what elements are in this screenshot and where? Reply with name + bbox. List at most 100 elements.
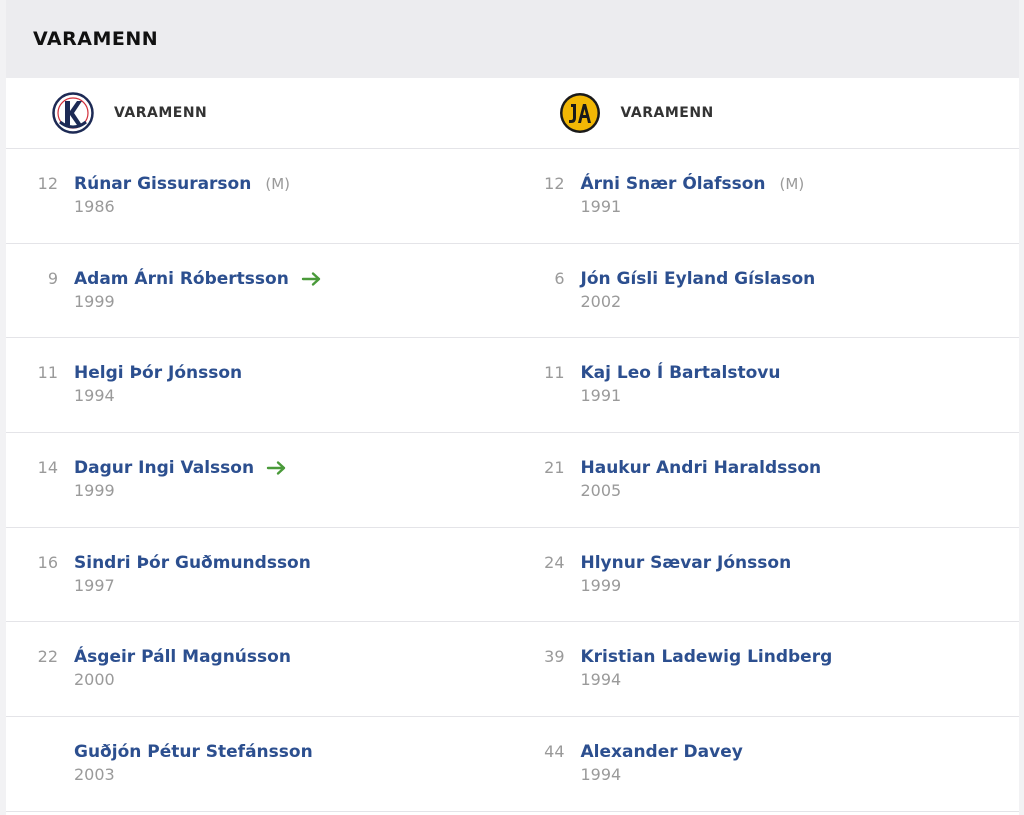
table-row: 11 Helgi Þór Jónsson 1994 11 Kaj Leo Í Barta… [6,338,1020,434]
player-info: Kristian Ladewig Lindberg 1994 [581,646,833,692]
player-name-link[interactable]: Rúnar Gissurarson [74,173,251,195]
player-birth-year: 2002 [580,291,622,311]
player-number: 21 [544,458,565,478]
player-number: 12 [37,174,58,193]
player-name-line: Alexander Davey [581,741,743,763]
player-name-link[interactable]: Sindri Þór Guðmundsson [74,552,311,574]
player-birth-year: 2005 [580,481,622,501]
player-name-link[interactable]: Adam Árni Róbertsson [74,268,289,290]
player-name-line: Sindri Þór Guðmundsson [74,552,311,574]
player-info: Kaj Leo Í Bartalstovu 1991 [581,362,781,408]
player-number: 12 [544,174,565,193]
player-birth-year: 1994 [74,386,115,406]
player-cell-right: 44 Alexander Davey 1994 [513,717,1020,811]
player-birth-year: 2003 [74,765,115,785]
section-header: VARAMENN [6,0,1019,78]
player-number: 11 [37,363,58,383]
player-name-link[interactable]: Árni Snær Ólafsson [581,173,766,195]
player-cell-left: 11 Helgi Þór Jónsson 1994 [6,338,513,432]
player-birth-year: 1999 [74,291,115,311]
table-row: 16 Sindri Þór Guðmundsson 1997 24 Hlynur Sæv… [6,528,1019,623]
player-name-link[interactable]: Haukur Andri Haraldsson [581,457,822,479]
player-number: 9 [47,268,58,288]
player-info: Guðjón Pétur Stefánsson 2003 [74,741,313,787]
player-birth-year: 1994 [580,670,622,690]
player-name-line: Helgi Þór Jónsson [74,362,242,384]
substitution-in-arrow-icon [266,461,286,475]
substitution-in-arrow-icon [301,271,321,286]
player-number: 6 [554,268,565,288]
player-info: Adam Árni Róbertsson 1999 [74,268,323,314]
player-name-link[interactable]: Kaj Leo Í Bartalstovu [581,362,781,384]
player-info: Dagur Ingi Valsson 1999 [74,457,288,503]
player-name-line: Jón Gísli Eyland Gíslason [581,268,816,290]
table-row: 22 Ásgeir Páll Magnússon 2000 39 Kristian La… [6,622,1020,718]
player-birth-year: 1997 [74,575,115,595]
player-cell-right: 21 Haukur Andri Haraldsson 2005 [513,433,1020,527]
player-name-link[interactable]: Guðjón Pétur Stefánsson [74,741,313,763]
player-birth-year: 2000 [74,670,115,690]
goalkeeper-tag: (M) [779,175,805,193]
team-header-left: VARAMENN [6,78,513,148]
player-cell-left: Guðjón Pétur Stefánsson 2003 [6,717,513,811]
player-name-line: Kristian Ladewig Lindberg [581,646,833,668]
player-cell-left: 22 Ásgeir Páll Magnússon 2000 [6,622,513,716]
keflavik-logo-icon [52,92,94,134]
player-name-line: Hlynur Sævar Jónsson [581,552,792,574]
player-info: Rúnar Gissurarson (M) 1986 [74,173,290,219]
player-cell-right: 24 Hlynur Sævar Jónsson 1999 [513,528,1020,622]
player-cell-right: 12 Árni Snær Ólafsson (M) 1991 [513,149,1020,243]
player-name-link[interactable]: Alexander Davey [581,741,743,763]
player-birth-year: 1999 [580,575,622,595]
player-info: Alexander Davey 1994 [581,741,743,787]
player-info: Haukur Andri Haraldsson 2005 [581,457,822,503]
ia-logo-icon [559,93,600,133]
player-number: 24 [544,552,565,572]
player-name-line: Dagur Ingi Valsson [74,457,288,479]
player-cell-left: 14 Dagur Ingi Valsson 1999 [6,433,513,527]
table-row: 14 Dagur Ingi Valsson 1999 21 Haukur Andri H… [6,433,1019,528]
player-name-line: Haukur Andri Haraldsson [581,457,822,479]
player-info: Jón Gísli Eyland Gíslason 2002 [581,268,816,314]
player-number: 14 [37,458,58,478]
player-name-line: Guðjón Pétur Stefánsson [74,741,313,763]
player-number: 16 [37,552,58,572]
player-cell-right: 11 Kaj Leo Í Bartalstovu 1991 [513,338,1020,432]
player-number: 39 [544,647,565,667]
team-label-left: VARAMENN [114,105,208,121]
section-title: VARAMENN [33,28,159,50]
player-name-link[interactable]: Kristian Ladewig Lindberg [581,646,833,668]
player-cell-right: 39 Kristian Ladewig Lindberg 1994 [513,622,1020,716]
player-cell-left: 12 Rúnar Gissurarson (M) 1986 [6,149,513,243]
team-header-row: VARAMENN VARAMENN [6,78,1019,149]
player-info: Árni Snær Ólafsson (M) 1991 [581,173,805,219]
player-info: Helgi Þór Jónsson 1994 [74,362,242,408]
player-cell-left: 16 Sindri Þór Guðmundsson 1997 [6,528,513,622]
player-number: 11 [544,363,565,383]
player-info: Sindri Þór Guðmundsson 1997 [74,552,311,598]
player-name-line: Rúnar Gissurarson (M) [74,173,290,195]
substitutes-panel: VARAMENN VARAMENN VARAMENN 12 Rúnar Gissu… [6,0,1019,815]
player-info: Ásgeir Páll Magnússon 2000 [74,646,291,692]
substitutes-list: 12 Rúnar Gissurarson (M) 1986 12 Árni Snær Ól… [6,149,1019,812]
player-name-link[interactable]: Ásgeir Páll Magnússon [74,646,291,668]
player-number: 44 [544,742,565,762]
player-name-line: Kaj Leo Í Bartalstovu [581,362,781,384]
player-name-link[interactable]: Hlynur Sævar Jónsson [581,552,792,574]
table-row: 9 Adam Árni Róbertsson 1999 6 Jón Gísli Eyla… [6,244,1019,339]
player-cell-right: 6 Jón Gísli Eyland Gíslason 2002 [513,244,1020,338]
team-label-right: VARAMENN [620,105,714,121]
player-name-line: Adam Árni Róbertsson [74,268,323,290]
player-birth-year: 1994 [580,765,622,785]
player-cell-left: 9 Adam Árni Róbertsson 1999 [6,244,513,338]
player-birth-year: 1991 [580,197,622,216]
player-birth-year: 1991 [580,386,622,406]
player-name-line: Árni Snær Ólafsson (M) [581,173,805,195]
player-number: 22 [37,647,58,667]
player-info: Hlynur Sævar Jónsson 1999 [581,552,792,598]
player-name-link[interactable]: Dagur Ingi Valsson [74,457,254,479]
player-name-link[interactable]: Jón Gísli Eyland Gíslason [581,268,816,290]
table-row: 12 Rúnar Gissurarson (M) 1986 12 Árni Snær Ól… [6,149,1019,244]
player-birth-year: 1999 [74,481,115,501]
player-name-link[interactable]: Helgi Þór Jónsson [74,362,242,384]
